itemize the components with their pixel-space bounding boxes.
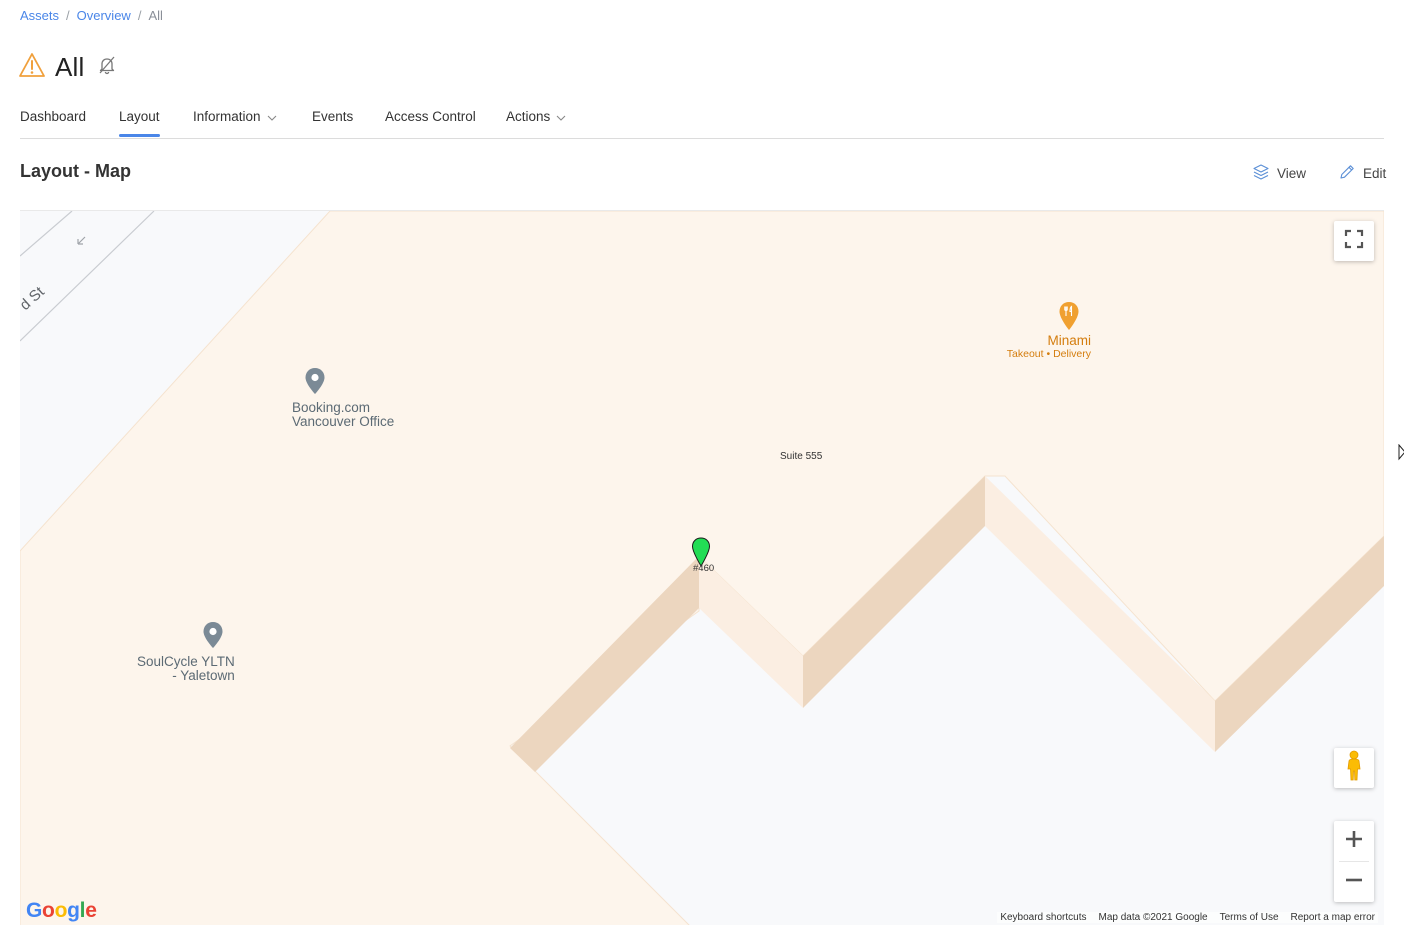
zoom-in-button[interactable]: [1334, 821, 1374, 861]
poi-name-line: SoulCycle YLTN: [137, 654, 235, 669]
pencil-icon: [1338, 163, 1356, 184]
poi-name-line: Minami: [1047, 333, 1091, 348]
street-view-button[interactable]: [1334, 748, 1374, 788]
poi-subtitle: Takeout • Delivery: [1006, 348, 1091, 360]
view-button[interactable]: View: [1252, 163, 1306, 184]
edit-button[interactable]: Edit: [1338, 163, 1386, 184]
minus-icon: [1345, 871, 1363, 894]
poi-label-booking[interactable]: Booking.com Vancouver Office: [292, 401, 394, 429]
fullscreen-button[interactable]: [1334, 221, 1374, 261]
tab-label: Actions: [506, 108, 551, 124]
pegman-icon: [1345, 750, 1363, 787]
warning-triangle-icon: [19, 52, 45, 83]
place-pin-icon[interactable]: [202, 621, 224, 654]
tab-bar: Dashboard Layout Information Events Acce…: [20, 100, 1384, 139]
tab-events[interactable]: Events: [312, 107, 353, 125]
map-canvas[interactable]: d St Booking.com Vancouver Office SoulCy…: [20, 210, 1384, 925]
restaurant-pin-icon[interactable]: [1058, 301, 1080, 336]
breadcrumb-overview[interactable]: Overview: [77, 8, 131, 23]
poi-name-line: Vancouver Office: [292, 414, 395, 429]
chevron-down-icon: [556, 109, 566, 124]
page-header: All: [19, 50, 117, 84]
google-logo[interactable]: Google: [26, 899, 97, 923]
tab-label: Events: [312, 108, 354, 124]
breadcrumb: Assets / Overview / All: [20, 8, 163, 23]
tab-actions[interactable]: Actions: [506, 107, 566, 125]
suite-label: Suite 555: [780, 451, 823, 462]
asset-marker-label: #460: [693, 563, 715, 574]
section-title: Layout - Map: [20, 161, 131, 181]
tab-dashboard[interactable]: Dashboard: [20, 107, 86, 125]
bell-off-icon[interactable]: [97, 55, 117, 80]
poi-label-soulcycle[interactable]: SoulCycle YLTN - Yaletown: [137, 655, 235, 683]
breadcrumb-current: All: [148, 8, 163, 23]
tab-label: Dashboard: [20, 108, 87, 124]
page-title: All: [55, 51, 85, 82]
terms-link[interactable]: Terms of Use: [1220, 912, 1279, 923]
chevron-down-icon: [267, 109, 277, 124]
mouse-cursor-icon: [1398, 443, 1404, 469]
place-pin-icon[interactable]: [304, 367, 326, 400]
tab-information[interactable]: Information: [193, 107, 277, 125]
layers-icon: [1252, 163, 1270, 184]
plus-icon: [1345, 830, 1363, 853]
view-label: View: [1277, 166, 1307, 181]
breadcrumb-assets[interactable]: Assets: [20, 8, 59, 23]
tab-access-control[interactable]: Access Control: [385, 107, 476, 125]
zoom-out-button[interactable]: [1334, 862, 1374, 902]
keyboard-shortcuts-link[interactable]: Keyboard shortcuts: [1000, 912, 1086, 923]
breadcrumb-separator: /: [66, 8, 70, 23]
tab-layout[interactable]: Layout: [119, 107, 160, 137]
breadcrumb-separator: /: [137, 8, 142, 23]
tab-label: Information: [193, 108, 261, 124]
poi-name-line: Booking.com: [292, 400, 371, 415]
poi-label-minami[interactable]: Minami Takeout • Delivery: [1005, 333, 1091, 361]
edit-label: Edit: [1363, 166, 1387, 181]
map-footer: Keyboard shortcuts Map data ©2021 Google…: [997, 912, 1378, 923]
tab-label: Layout: [119, 108, 160, 124]
report-error-link[interactable]: Report a map error: [1291, 912, 1375, 923]
poi-name-line: - Yaletown: [172, 668, 235, 683]
fullscreen-icon: [1344, 229, 1364, 254]
map-data-attribution: Map data ©2021 Google: [1098, 912, 1208, 923]
tab-label: Access Control: [385, 108, 476, 124]
zoom-control: [1334, 821, 1374, 902]
